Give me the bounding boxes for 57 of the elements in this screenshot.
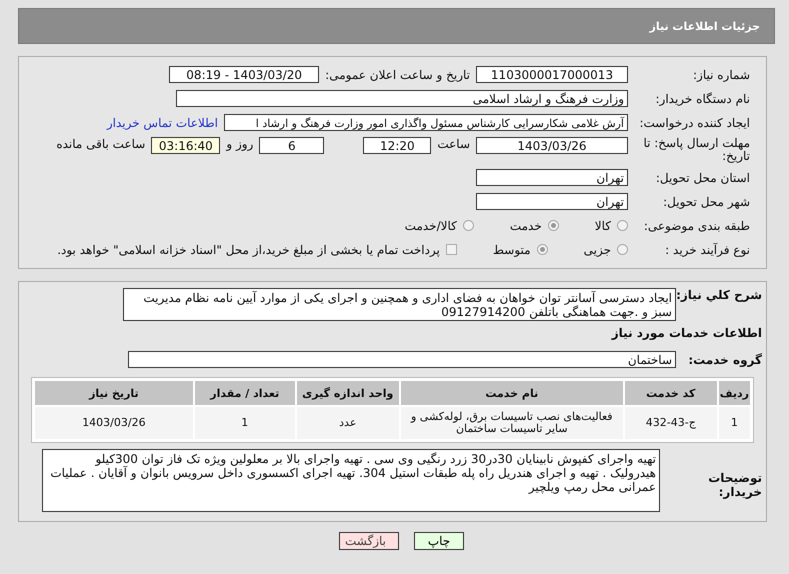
radio-label: کالا: [594, 218, 611, 232]
city-field: تهران: [476, 193, 628, 210]
table-cell: فعالیت‌های نصب تاسیسات برق، لوله‌کشی و سایر تاسیسات ساختمان: [400, 407, 623, 439]
checkbox[interactable]: [446, 244, 457, 255]
days-label: روز و: [226, 137, 254, 151]
section-title: اطلاعات خدمات مورد نیاز: [610, 326, 763, 340]
field-label: نام دستگاه خریدار:: [654, 92, 751, 106]
radio-label: خدمت: [510, 218, 542, 232]
radio-label: جزیی: [584, 242, 611, 256]
field-label: تاریخ و ساعت اعلان عمومی:: [325, 68, 470, 82]
days-field: 6: [259, 137, 324, 154]
field-label: توضیحات خریدار:: [707, 471, 763, 499]
field-label: ایجاد کننده درخواست:: [638, 116, 751, 130]
field-label: شماره نیاز:: [692, 68, 751, 82]
buyer-field: وزارت فرهنگ و ارشاد اسلامی: [176, 90, 628, 107]
back-button[interactable]: بازگشت: [339, 532, 399, 550]
deadline-time-field: 12:20: [363, 137, 432, 154]
column-header: نام خدمت: [400, 381, 623, 405]
deadline-date-field: 1403/03/26: [476, 137, 628, 154]
column-header: واحد اندازه گیری: [296, 381, 399, 405]
table-cell: عدد: [296, 407, 399, 439]
field-label: مهلت ارسال پاسخ: تا تاریخ:: [642, 137, 751, 163]
table-cell: 1403/03/26: [35, 407, 193, 439]
field-label: شرح کلي نياز:: [676, 288, 763, 302]
table-cell: ج-43-432: [624, 407, 717, 439]
table-cell: 1: [194, 407, 295, 439]
remaining-label: ساعت باقی مانده: [56, 137, 146, 151]
field-label: طبقه بندی موضوعی:: [642, 218, 751, 232]
print-button[interactable]: چاپ: [414, 532, 464, 550]
page-title: جزئیات اطلاعات نیاز: [650, 20, 760, 32]
radio-button[interactable]: [548, 220, 559, 231]
radio-button[interactable]: [617, 220, 628, 231]
creator-field: آرش غلامی شکارسرایی کارشناس مسئول واگذاری امور وزارت فرهنگ و ارشاد ا: [224, 114, 628, 131]
buyer-contact-link[interactable]: اطلاعات تماس خریدار: [106, 116, 218, 130]
radio-button[interactable]: [536, 244, 548, 255]
description-textarea[interactable]: ایجاد دسترسی آسانتر توان خواهان به فضای اداری و همچنین و اجرای یکی از موارد آیین نامه نظام مدیریت سبز و .جهت هماهنگی باتلفن 09127914200: [123, 288, 676, 321]
time-label: ساعت: [437, 137, 470, 151]
field-label: گروه خدمت:: [687, 352, 763, 366]
remaining-time-field: 03:16:40: [151, 137, 220, 154]
province-field: تهران: [476, 169, 628, 186]
radio-label: متوسط: [492, 242, 531, 256]
field-label: شهر محل تحویل:: [662, 194, 751, 208]
announce-date-field: 1403/03/20 - 08:19: [169, 66, 320, 83]
column-header: ردیف: [718, 381, 750, 405]
radio-button[interactable]: [617, 244, 628, 255]
column-header: تعداد / مقدار: [194, 381, 295, 405]
column-header: کد خدمت: [624, 381, 717, 405]
buyer-notes-textarea[interactable]: تهیه واجرای کفپوش نابینایان 30در30 زرد رنگیی وی سی . تهیه واجرای بالا بر معلولین ویژه تک فاز توان 300کیلو هیدرولیک . تهیه و اجرای هندریل راه پله طبقات استیل 304. تهیه اجرای اکسسوری داخل سرویس بانوان و آقایان . عملیات عمرانی محل رمپ ویلچیر: [42, 449, 660, 512]
checkbox-label: پرداخت تمام یا بخشی از مبلغ خرید،از محل "اسناد خزانه اسلامی" خواهد بود.: [57, 242, 440, 256]
service-group-field: ساختمان: [128, 351, 676, 368]
table-cell: 1: [718, 407, 750, 439]
radio-button[interactable]: [462, 220, 474, 231]
field-label: نوع فرآیند خرید :: [664, 242, 751, 256]
need-number-field: 1103000017000013: [476, 66, 628, 83]
field-label: استان محل تحویل:: [654, 170, 751, 184]
radio-label: کالا/خدمت: [404, 218, 457, 232]
column-header: تاریخ نیاز: [35, 381, 193, 405]
